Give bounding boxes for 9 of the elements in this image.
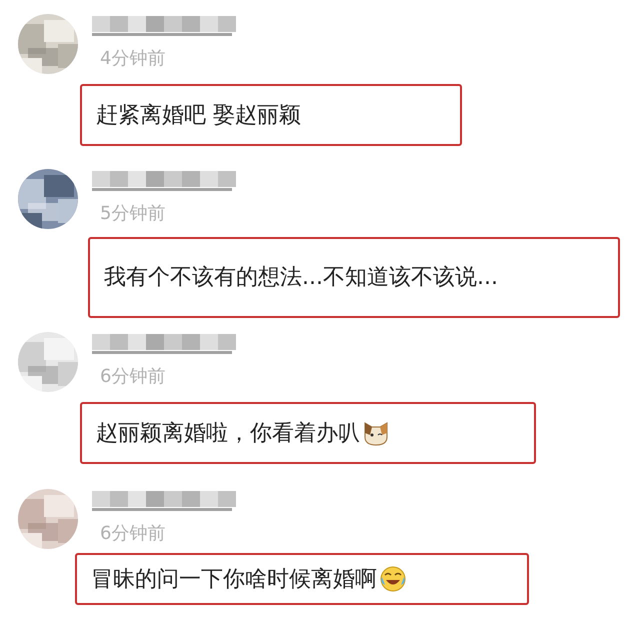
- comment-text: 赶紧离婚吧 娶赵丽颖: [96, 102, 301, 130]
- comment-time: 4分钟前: [99, 48, 166, 70]
- comment-text: 我有个不该有的想法...不知道该不该说...: [104, 264, 498, 292]
- laughing-face-icon: [379, 565, 407, 593]
- comment-time: 6分钟前: [99, 523, 166, 545]
- comment-text: 赵丽颖离婚啦，你看着办叭: [96, 420, 360, 448]
- comment-text: 冒昧的问一下你啥时候离婚啊: [91, 566, 377, 594]
- comment-time: 6分钟前: [99, 366, 166, 388]
- comment-time: 5分钟前: [99, 203, 166, 225]
